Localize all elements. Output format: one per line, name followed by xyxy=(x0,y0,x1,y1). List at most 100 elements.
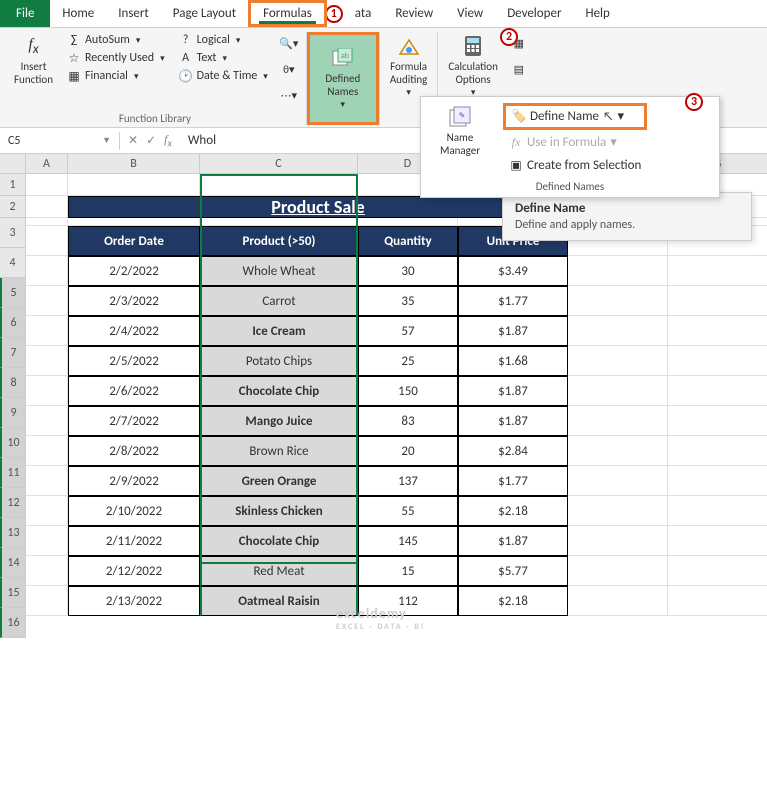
cell-qty[interactable]: 35 xyxy=(358,286,458,316)
cell-product[interactable]: Chocolate Chip xyxy=(200,526,358,556)
cell[interactable] xyxy=(26,316,68,346)
name-box[interactable]: C5 ▼ xyxy=(0,132,120,150)
cell-price[interactable]: $2.18 xyxy=(458,496,568,526)
cell-date[interactable]: 2/4/2022 xyxy=(68,316,200,346)
tab-insert[interactable]: Insert xyxy=(106,0,161,27)
row-header-1[interactable]: 1 xyxy=(0,174,26,196)
cell-product[interactable]: Brown Rice xyxy=(200,436,358,466)
cell-price[interactable]: $1.77 xyxy=(458,466,568,496)
cell-price[interactable]: $2.84 xyxy=(458,436,568,466)
calculation-options-button[interactable]: Calculation Options ▾ xyxy=(444,32,502,101)
cell-product[interactable]: Chocolate Chip xyxy=(200,376,358,406)
col-header-B[interactable]: B xyxy=(68,154,200,174)
cell[interactable] xyxy=(568,466,668,496)
name-manager-button[interactable]: ✎ Name Manager xyxy=(427,103,493,159)
cell[interactable] xyxy=(668,406,767,436)
cell[interactable] xyxy=(26,526,68,556)
cell[interactable] xyxy=(668,346,767,376)
cell-date[interactable]: 2/2/2022 xyxy=(68,256,200,286)
header-product[interactable]: Product (>50) xyxy=(200,226,358,256)
row-header-3[interactable]: 3 xyxy=(0,218,26,248)
cell[interactable] xyxy=(26,436,68,466)
cell[interactable] xyxy=(668,256,767,286)
cell-price[interactable]: $5.77 xyxy=(458,556,568,586)
cell[interactable] xyxy=(68,174,200,196)
row-header-10[interactable]: 10 xyxy=(0,428,26,458)
cell-product[interactable]: Ice Cream xyxy=(200,316,358,346)
cell-date[interactable]: 2/11/2022 xyxy=(68,526,200,556)
cell[interactable] xyxy=(26,174,68,196)
cell-product[interactable]: Whole Wheat xyxy=(200,256,358,286)
cell[interactable] xyxy=(568,406,668,436)
confirm-icon[interactable]: ✓ xyxy=(146,133,156,148)
cell[interactable] xyxy=(668,556,767,586)
cell[interactable] xyxy=(26,376,68,406)
row-header-9[interactable]: 9 xyxy=(0,398,26,428)
row-header-2[interactable]: 2 xyxy=(0,196,26,218)
cell-price[interactable]: $3.49 xyxy=(458,256,568,286)
cell-product[interactable]: Potato Chips xyxy=(200,346,358,376)
cell[interactable] xyxy=(668,586,767,616)
define-name-item[interactable]: 🏷️ Define Name ↖ ▾ xyxy=(503,103,647,130)
cell-qty[interactable]: 145 xyxy=(358,526,458,556)
row-header-15[interactable]: 15 xyxy=(0,578,26,608)
title-cell[interactable]: Product Sale xyxy=(68,196,568,218)
cancel-icon[interactable]: ✕ xyxy=(128,133,138,148)
cell[interactable] xyxy=(568,556,668,586)
row-header-13[interactable]: 13 xyxy=(0,518,26,548)
cell[interactable] xyxy=(668,316,767,346)
cell-date[interactable]: 2/9/2022 xyxy=(68,466,200,496)
tab-developer[interactable]: Developer xyxy=(495,0,573,27)
cell-qty[interactable]: 30 xyxy=(358,256,458,286)
cell[interactable] xyxy=(26,218,68,226)
header-date[interactable]: Order Date xyxy=(68,226,200,256)
cell-qty[interactable]: 137 xyxy=(358,466,458,496)
cell-price[interactable]: $2.18 xyxy=(458,586,568,616)
row-header-16[interactable]: 16 xyxy=(0,608,26,638)
cell[interactable] xyxy=(26,586,68,616)
financial-button[interactable]: ▦Financial▾ xyxy=(63,68,169,84)
row-header-12[interactable]: 12 xyxy=(0,488,26,518)
row-header-7[interactable]: 7 xyxy=(0,338,26,368)
cell-qty[interactable]: 15 xyxy=(358,556,458,586)
cell-product[interactable]: Skinless Chicken xyxy=(200,496,358,526)
cell-qty[interactable]: 83 xyxy=(358,406,458,436)
row-header-4[interactable]: 4 xyxy=(0,248,26,278)
cell[interactable] xyxy=(668,496,767,526)
cell[interactable] xyxy=(26,196,68,218)
cell[interactable] xyxy=(668,436,767,466)
select-all-corner[interactable] xyxy=(0,154,26,174)
autosum-button[interactable]: ∑AutoSum▾ xyxy=(63,32,169,48)
cell-qty[interactable]: 25 xyxy=(358,346,458,376)
math-button[interactable]: θ▾ xyxy=(278,58,300,80)
cell-price[interactable]: $1.87 xyxy=(458,376,568,406)
cell-qty[interactable]: 55 xyxy=(358,496,458,526)
cell[interactable] xyxy=(26,496,68,526)
cell-date[interactable]: 2/3/2022 xyxy=(68,286,200,316)
cell[interactable] xyxy=(26,286,68,316)
cell-date[interactable]: 2/8/2022 xyxy=(68,436,200,466)
cell-price[interactable]: $1.87 xyxy=(458,316,568,346)
cell[interactable] xyxy=(200,174,358,196)
cell-qty[interactable]: 150 xyxy=(358,376,458,406)
tab-formulas[interactable]: Formulas xyxy=(248,0,327,27)
cell-price[interactable]: $1.68 xyxy=(458,346,568,376)
cell[interactable] xyxy=(568,316,668,346)
cell-product[interactable]: Carrot xyxy=(200,286,358,316)
cell-price[interactable]: $1.87 xyxy=(458,406,568,436)
tab-review[interactable]: Review xyxy=(383,0,445,27)
cell-product[interactable]: Red Meat xyxy=(200,556,358,586)
cell-product[interactable]: Green Orange xyxy=(200,466,358,496)
cell-date[interactable]: 2/13/2022 xyxy=(68,586,200,616)
more-functions-button[interactable]: ⋯▾ xyxy=(278,84,300,106)
cell-date[interactable]: 2/12/2022 xyxy=(68,556,200,586)
cell[interactable] xyxy=(568,496,668,526)
cell[interactable] xyxy=(26,466,68,496)
create-from-selection-item[interactable]: ▣ Create from Selection xyxy=(503,155,647,176)
row-header-5[interactable]: 5 xyxy=(0,278,26,308)
tab-page-layout[interactable]: Page Layout xyxy=(161,0,248,27)
file-tab[interactable]: File xyxy=(0,0,50,27)
cell[interactable] xyxy=(200,218,358,226)
cell[interactable] xyxy=(568,526,668,556)
cell-price[interactable]: $1.87 xyxy=(458,526,568,556)
